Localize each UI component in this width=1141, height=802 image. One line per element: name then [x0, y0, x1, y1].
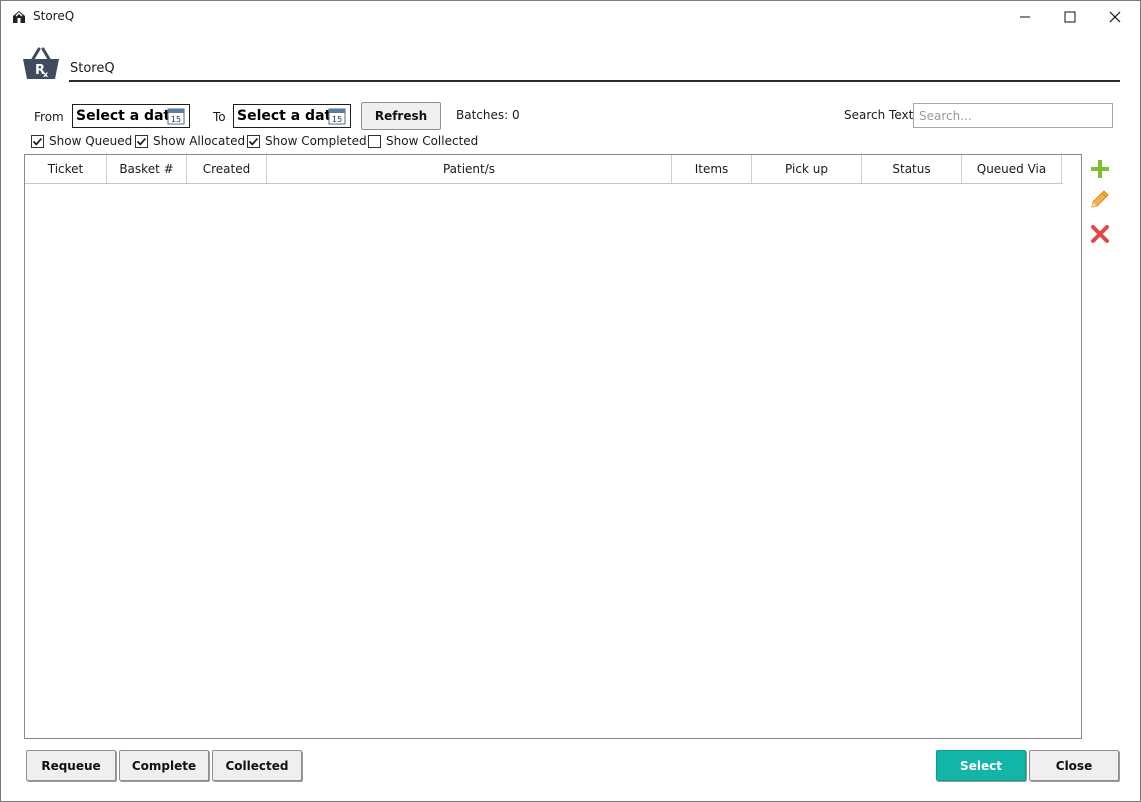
- check-icon: [248, 137, 259, 145]
- column-header-created[interactable]: Created: [187, 155, 267, 183]
- check-icon: [32, 137, 43, 145]
- column-header-status[interactable]: Status: [862, 155, 962, 183]
- search-input[interactable]: [913, 103, 1113, 128]
- minimize-button[interactable]: [1002, 1, 1048, 33]
- select-button[interactable]: Select: [936, 750, 1026, 781]
- x-icon[interactable]: [1088, 222, 1112, 246]
- rx-basket-logo-icon: R x: [23, 47, 59, 79]
- column-header-items[interactable]: Items: [672, 155, 752, 183]
- minimize-icon: [1020, 16, 1030, 18]
- plus-icon[interactable]: [1088, 157, 1112, 181]
- calendar-day: 15: [332, 115, 342, 124]
- title-bar[interactable]: StoreQ: [1, 1, 1140, 33]
- checkbox-box[interactable]: [368, 134, 381, 148]
- batches-count: Batches: 0: [456, 108, 520, 122]
- grid-header: Ticket Basket # Created Patient/s Items …: [25, 155, 1063, 184]
- refresh-button[interactable]: Refresh: [361, 102, 441, 130]
- show-queued-checkbox[interactable]: Show Queued: [31, 133, 132, 149]
- checkbox-label: Show Queued: [49, 134, 133, 148]
- app-window: StoreQ R x StoreQ From Select a date 15 …: [0, 0, 1141, 802]
- from-date-picker[interactable]: Select a date 15: [72, 104, 190, 128]
- checkbox-box[interactable]: [247, 134, 260, 148]
- app-name: StoreQ: [70, 61, 115, 76]
- show-completed-checkbox[interactable]: Show Completed: [247, 133, 367, 149]
- calendar-day: 15: [171, 115, 181, 124]
- show-collected-checkbox[interactable]: Show Collected: [368, 133, 478, 149]
- search-label: Search Text: [844, 108, 914, 122]
- window-title: StoreQ: [33, 9, 75, 23]
- column-header-basket[interactable]: Basket #: [107, 155, 187, 183]
- requeue-button[interactable]: Requeue: [26, 750, 116, 781]
- collected-button[interactable]: Collected: [212, 750, 302, 781]
- column-header-pickup[interactable]: Pick up: [752, 155, 862, 183]
- svg-text:x: x: [43, 70, 49, 79]
- checkbox-box[interactable]: [135, 134, 148, 148]
- to-label: To: [213, 110, 226, 124]
- column-header-queued-via[interactable]: Queued Via: [962, 155, 1062, 183]
- checkbox-box[interactable]: [31, 134, 44, 148]
- column-header-patients[interactable]: Patient/s: [267, 155, 672, 183]
- maximize-icon: [1064, 11, 1076, 23]
- checkbox-label: Show Completed: [265, 134, 367, 148]
- header-divider: [69, 80, 1120, 82]
- show-allocated-checkbox[interactable]: Show Allocated: [135, 133, 245, 149]
- to-date-picker[interactable]: Select a date 15: [233, 104, 351, 128]
- to-date-value: Select a date: [237, 108, 341, 124]
- storeq-small-icon: [13, 11, 25, 23]
- maximize-button[interactable]: [1047, 1, 1093, 33]
- close-icon: [1109, 11, 1121, 23]
- close-window-button[interactable]: [1092, 1, 1138, 33]
- complete-button[interactable]: Complete: [119, 750, 209, 781]
- check-icon: [136, 137, 147, 145]
- queue-grid[interactable]: Ticket Basket # Created Patient/s Items …: [24, 154, 1082, 739]
- checkbox-label: Show Allocated: [153, 134, 246, 148]
- column-header-ticket[interactable]: Ticket: [25, 155, 107, 183]
- from-label: From: [34, 110, 64, 124]
- calendar-icon: 15: [167, 108, 185, 125]
- checkbox-label: Show Collected: [386, 134, 479, 148]
- calendar-icon: 15: [328, 108, 346, 125]
- pencil-icon[interactable]: [1088, 187, 1112, 211]
- close-button[interactable]: Close: [1029, 750, 1119, 781]
- from-date-value: Select a date: [76, 108, 180, 124]
